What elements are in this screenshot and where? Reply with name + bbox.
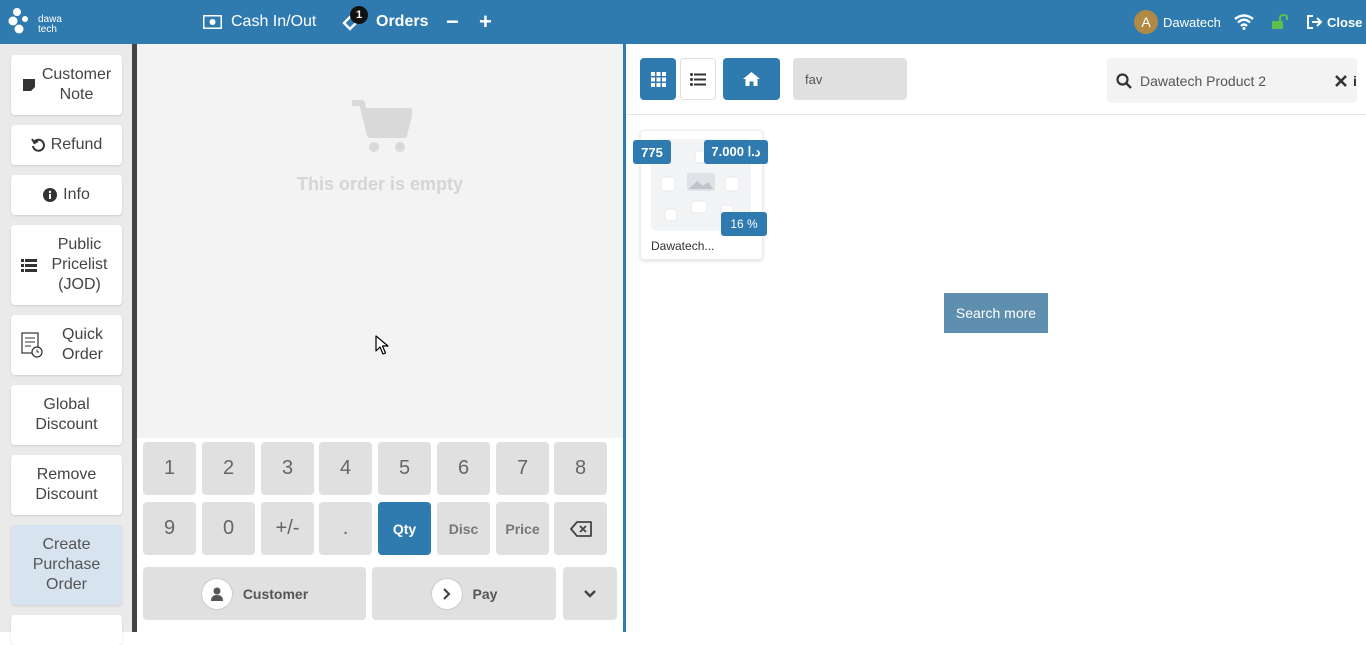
more-control-button[interactable] <box>11 615 122 645</box>
user-name: Dawatech <box>1163 14 1221 30</box>
note-icon <box>22 78 36 92</box>
numpad-key-7[interactable]: 7 <box>496 442 549 495</box>
orders-count-badge: 1 <box>350 6 368 24</box>
cash-in-out-label: Cash In/Out <box>231 13 317 30</box>
orders-button[interactable]: 1 Orders <box>342 0 428 44</box>
create-purchase-order-button[interactable]: Create Purchase Order <box>11 525 122 605</box>
logo-text-bottom: tech <box>38 24 57 35</box>
clear-search-icon[interactable] <box>1335 74 1347 87</box>
grid-icon <box>650 71 666 87</box>
product-search-input[interactable] <box>1138 71 1332 90</box>
chevron-down-icon <box>584 589 596 598</box>
list-icon <box>690 72 706 86</box>
money-icon <box>203 15 222 29</box>
info-label: Info <box>63 186 90 203</box>
undo-icon <box>30 138 45 152</box>
refund-button[interactable]: Refund <box>11 125 122 165</box>
product-card[interactable]: 775 7.000 د.ا 16 % Dawatech... <box>633 130 768 260</box>
products-panel: fav i 775 7.000 د.ا 16 % Dawatech... S <box>626 44 1366 632</box>
remove-discount-button[interactable]: Remove Discount <box>11 455 122 515</box>
product-name: Dawatech... <box>651 239 715 253</box>
numpad-key-8[interactable]: 8 <box>554 442 607 495</box>
numpad-key-5[interactable]: 5 <box>378 442 431 495</box>
global-discount-label: Global Discount <box>35 396 98 433</box>
remove-discount-label: Remove Discount <box>35 466 98 503</box>
chevron-right-icon <box>430 577 463 610</box>
top-bar: dawa tech Cash In/Out 1 Orders − + A Daw… <box>0 0 1366 44</box>
empty-order-text: This order is empty <box>296 174 464 194</box>
customer-note-label: Customer Note <box>41 66 112 103</box>
quick-order-button[interactable]: Quick Order <box>11 315 122 375</box>
user-icon <box>200 577 233 610</box>
refund-label: Refund <box>50 136 103 153</box>
more-actions-button[interactable] <box>563 567 617 620</box>
customer-note-button[interactable]: Customer Note <box>11 55 122 115</box>
customer-button[interactable]: Customer <box>143 567 366 620</box>
product-qty-tag: 775 <box>633 140 671 164</box>
list-icon <box>21 258 37 272</box>
wifi-icon[interactable] <box>1234 0 1254 44</box>
numpad-key-9[interactable]: 9 <box>143 502 196 555</box>
mouse-cursor-icon <box>375 335 389 355</box>
shopping-cart-icon <box>350 99 413 160</box>
add-order-button[interactable]: + <box>479 0 492 44</box>
pricelist-label: Public Pricelist (JOD) <box>51 236 108 293</box>
home-category-button[interactable] <box>723 58 780 100</box>
numpad-mode-qty[interactable]: Qty <box>378 502 431 555</box>
product-search-box[interactable]: i <box>1107 58 1357 103</box>
numpad-key-3[interactable]: 3 <box>261 442 314 495</box>
pay-button[interactable]: Pay <box>372 567 556 620</box>
pricelist-button[interactable]: Public Pricelist (JOD) <box>11 225 122 305</box>
product-price-tag: 7.000 د.ا <box>704 140 768 164</box>
backspace-button[interactable] <box>554 502 607 555</box>
sign-out-icon <box>1307 15 1323 29</box>
orders-label: Orders <box>376 13 429 30</box>
home-icon <box>743 72 760 86</box>
category-fav-chip[interactable]: fav <box>793 58 907 100</box>
remove-order-button[interactable]: − <box>446 0 459 44</box>
info-button[interactable]: Info <box>11 175 122 215</box>
list-view-button[interactable] <box>680 58 716 100</box>
cash-in-out-button[interactable]: Cash In/Out <box>203 0 316 44</box>
numpad-key-plus-minus[interactable]: +/- <box>261 502 314 555</box>
numpad-mode-price[interactable]: Price <box>496 502 549 555</box>
quick-order-icon <box>21 332 43 358</box>
product-tax-tag: 16 % <box>721 212 767 236</box>
numpad-key-1[interactable]: 1 <box>143 442 196 495</box>
numpad-key-6[interactable]: 6 <box>437 442 490 495</box>
grid-view-button[interactable] <box>640 58 676 100</box>
products-header: fav i <box>626 44 1366 115</box>
order-panel: This order is empty <box>137 44 623 438</box>
numpad-mode-disc[interactable]: Disc <box>437 502 490 555</box>
search-more-button[interactable]: Search more <box>944 293 1048 333</box>
pay-label: Pay <box>472 585 498 602</box>
close-label: Close <box>1327 14 1363 30</box>
numpad-key-decimal[interactable]: . <box>319 502 372 555</box>
unlock-icon[interactable] <box>1271 0 1289 44</box>
search-icon <box>1116 72 1132 89</box>
info-icon <box>43 188 58 202</box>
info-icon[interactable]: i <box>1353 73 1357 89</box>
global-discount-button[interactable]: Global Discount <box>11 385 122 445</box>
user-menu[interactable]: A Dawatech <box>1134 0 1221 44</box>
dawatech-logo: dawa tech <box>8 6 62 36</box>
numpad-key-2[interactable]: 2 <box>202 442 255 495</box>
create-purchase-order-label: Create Purchase Order <box>32 536 101 593</box>
backspace-icon <box>569 520 592 537</box>
avatar: A <box>1134 10 1158 34</box>
close-button[interactable]: Close <box>1307 0 1362 44</box>
numpad-key-0[interactable]: 0 <box>202 502 255 555</box>
quick-order-label: Quick Order <box>62 326 103 363</box>
numpad-key-4[interactable]: 4 <box>319 442 372 495</box>
customer-label: Customer <box>242 585 309 602</box>
